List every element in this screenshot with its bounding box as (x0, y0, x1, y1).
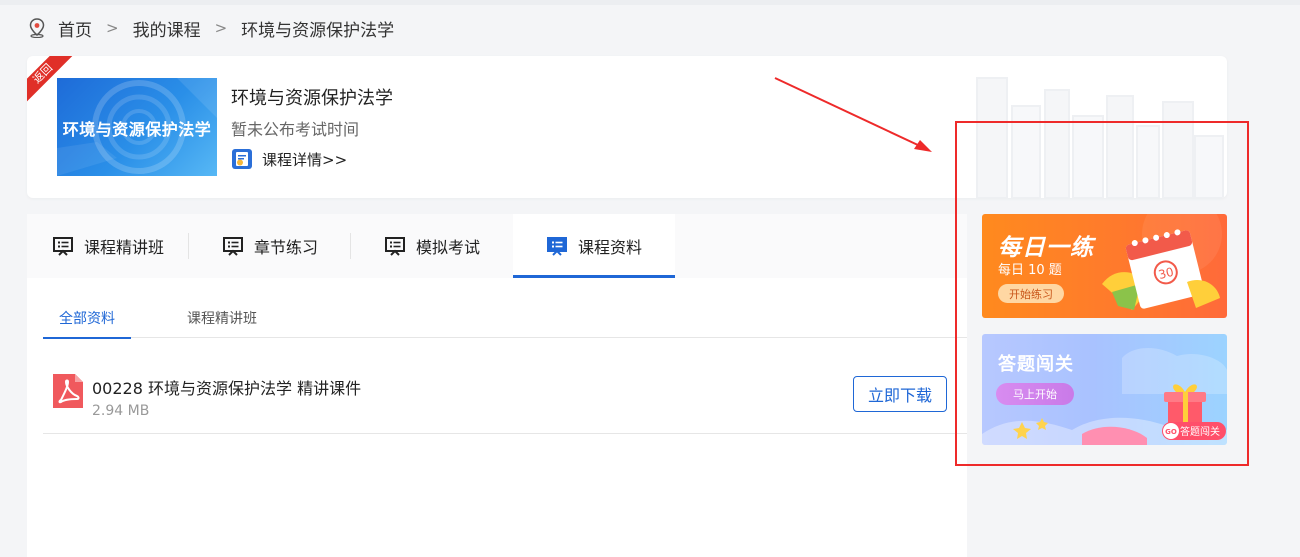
city-skyline-decoration (976, 77, 1224, 198)
tab-mock-exam-label[interactable]: 模拟考试 (416, 234, 480, 258)
course-detail-icon (232, 149, 252, 169)
exam-time-text: 暂未公布考试时间 (231, 120, 360, 139)
breadcrumb-home[interactable]: 首页 (58, 16, 92, 41)
breadcrumb-current: 环境与资源保护法学 (241, 20, 395, 41)
quiz-badge-label: 答题闯关 (1180, 425, 1220, 438)
presentation-board-icon (222, 237, 243, 256)
tab-lectures[interactable]: 课程精讲班 (27, 214, 189, 278)
tab-course-materials-label[interactable]: 课程资料 (578, 234, 642, 258)
course-card: 返回 环境与资源保护法学 环境与资源保护法学 暂未公布考试时间 课程详情>> (27, 56, 1227, 198)
tab-lectures-label[interactable]: 课程精讲班 (84, 234, 164, 258)
location-pin-icon (29, 18, 45, 38)
back-ribbon-label[interactable]: 返回 (27, 56, 77, 108)
tab-course-materials[interactable]: 课程资料 (513, 214, 675, 278)
download-button[interactable]: 立即下载 (853, 376, 947, 412)
tab-mock-exam[interactable]: 模拟考试 (351, 214, 513, 278)
presentation-board-icon (546, 237, 567, 256)
list-item: 00228 环境与资源保护法学 精讲课件 2.94 MB 立即下载 (43, 354, 967, 434)
tab-chapter-practice[interactable]: 章节练习 (189, 214, 351, 278)
course-tabs: 课程精讲班 章节练习 模拟考试 课程资料 (27, 214, 967, 278)
file-size: 2.94 MB (92, 403, 150, 419)
start-practice-button[interactable]: 开始练习 (998, 284, 1064, 303)
top-bar (0, 0, 1300, 5)
presentation-board-icon (384, 237, 405, 256)
breadcrumb-separator: > (106, 19, 119, 37)
daily-practice-subtitle: 每日 10 题 (998, 263, 1062, 278)
breadcrumb-my-courses[interactable]: 我的课程 (133, 16, 201, 41)
file-name: 00228 环境与资源保护法学 精讲课件 (92, 379, 362, 398)
materials-panel: 课程精讲班 章节练习 模拟考试 课程资料 全部资料 课程精讲班 00228 环境… (27, 214, 967, 557)
course-detail-label[interactable]: 课程详情>> (262, 149, 347, 170)
quiz-badge-go: GO (1165, 428, 1177, 436)
daily-practice-banner[interactable]: 30 每日一练 每日 10 题 开始练习 (982, 214, 1227, 318)
daily-practice-title: 每日一练 (998, 235, 1094, 261)
quiz-challenge-banner[interactable]: GO 答题闯关 答题闯关 马上开始 (982, 334, 1227, 445)
breadcrumb-separator: > (214, 19, 228, 37)
tab-chapter-practice-label[interactable]: 章节练习 (254, 234, 318, 258)
cover-title: 环境与资源保护法学 (62, 120, 212, 139)
back-ribbon[interactable]: 返回 (27, 56, 87, 116)
start-now-button[interactable]: 马上开始 (996, 383, 1074, 405)
subtab-all-materials[interactable]: 全部资料 (43, 298, 131, 339)
material-filter-tabs: 全部资料 课程精讲班 (43, 298, 967, 339)
course-detail-link[interactable]: 课程详情>> (231, 148, 347, 170)
pdf-file-icon (53, 374, 83, 408)
course-title: 环境与资源保护法学 (231, 88, 393, 109)
quiz-challenge-title: 答题闯关 (998, 354, 1074, 375)
presentation-board-icon (52, 237, 73, 256)
subtab-lectures[interactable]: 课程精讲班 (171, 298, 273, 338)
breadcrumb: 首页 > 我的课程 > 环境与资源保护法学 (28, 15, 394, 41)
